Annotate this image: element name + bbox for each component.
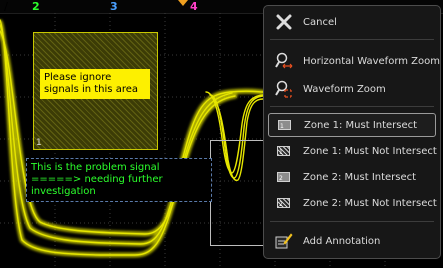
- menu-divider: [270, 221, 434, 222]
- zone-2-must-intersect-icon: 2: [275, 168, 293, 186]
- context-menu: Cancel Horizontal Waveform Zoom Waveform…: [263, 5, 441, 259]
- menu-item-waveform-zoom[interactable]: Waveform Zoom: [268, 77, 436, 101]
- horizontal-zoom-icon: [275, 52, 293, 70]
- zone-1-must-not-intersect-icon: 1: [275, 142, 293, 160]
- menu-item-label: Zone 1: Must Not Intersect: [303, 145, 437, 157]
- channel-4-label[interactable]: 4: [190, 0, 198, 13]
- annotation-ignore-area[interactable]: Please ignore signals in this area: [40, 69, 150, 99]
- menu-item-zone-1-must-intersect[interactable]: 1 Zone 1: Must Intersect: [268, 113, 436, 137]
- menu-item-zone-2-must-not-intersect[interactable]: 2 Zone 2: Must Not Intersect: [268, 191, 437, 215]
- add-annotation-icon: [275, 232, 293, 250]
- menu-item-label: Waveform Zoom: [303, 83, 386, 95]
- menu-item-add-annotation[interactable]: Add Annotation: [268, 229, 436, 253]
- zone-icon-number: 2: [279, 175, 283, 182]
- menu-item-label: Zone 2: Must Not Intersect: [303, 197, 437, 209]
- zone-1-number: 1: [36, 138, 42, 148]
- zone-icon-number: 1: [280, 123, 284, 130]
- menu-item-label: Cancel: [303, 16, 337, 28]
- menu-item-label: Add Annotation: [303, 235, 381, 247]
- channel-3-label[interactable]: 3: [110, 0, 118, 13]
- channel-1-label[interactable]: ∕: [4, 0, 8, 13]
- channel-2-label[interactable]: 2: [32, 0, 40, 13]
- menu-item-zone-2-must-intersect[interactable]: 2 Zone 2: Must Intersect: [268, 165, 436, 189]
- menu-divider: [270, 106, 434, 107]
- annotation-problem-signal[interactable]: This is the problem signal =====> needin…: [26, 158, 212, 202]
- zone-2-must-not-intersect-icon: 2: [275, 194, 293, 212]
- menu-item-label: Horizontal Waveform Zoom: [303, 55, 441, 67]
- menu-item-cancel[interactable]: Cancel: [268, 10, 436, 34]
- trigger-position-marker[interactable]: [178, 0, 188, 6]
- menu-item-label: Zone 1: Must Intersect: [304, 119, 418, 131]
- menu-item-horizontal-waveform-zoom[interactable]: Horizontal Waveform Zoom: [268, 49, 440, 73]
- waveform-zoom-icon: [275, 80, 293, 98]
- menu-item-zone-1-must-not-intersect[interactable]: 1 Zone 1: Must Not Intersect: [268, 139, 437, 163]
- zone-1-must-intersect-icon: 1: [276, 116, 294, 134]
- menu-divider: [270, 39, 434, 40]
- menu-item-label: Zone 2: Must Intersect: [303, 171, 417, 183]
- close-icon: [275, 13, 293, 31]
- oscilloscope-screen: ∕ 2 3 4 1 Please ignore signals in this …: [0, 0, 443, 268]
- zone-2-region[interactable]: [210, 140, 268, 246]
- zone-icon-number: 1: [279, 149, 283, 156]
- zone-icon-number: 2: [279, 201, 283, 208]
